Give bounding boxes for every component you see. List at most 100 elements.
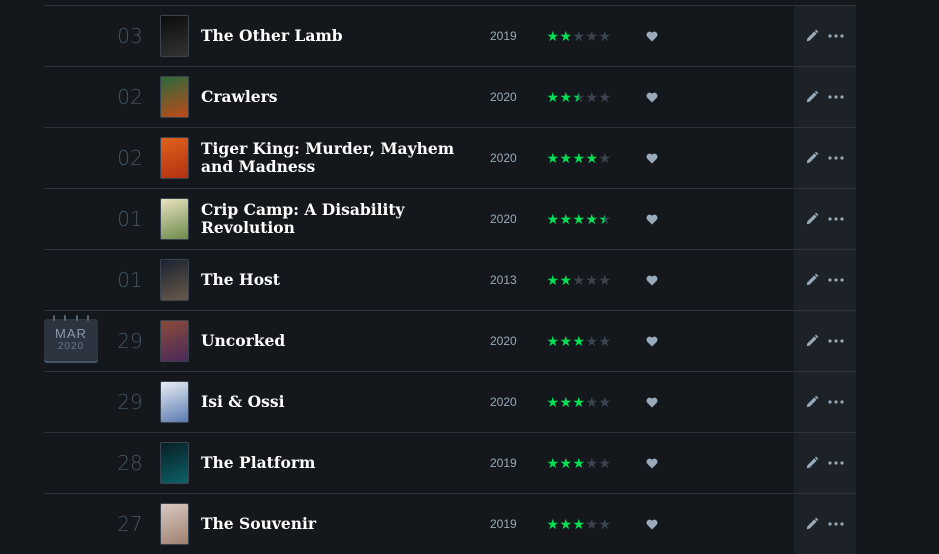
release-year[interactable]: 2019: [490, 494, 517, 554]
release-year[interactable]: 2020: [490, 311, 517, 371]
day-number[interactable]: 29: [110, 372, 150, 432]
heart-icon[interactable]: [646, 189, 658, 249]
heart-icon[interactable]: [646, 6, 658, 66]
diary-row[interactable]: 01 The Host 2013 ★ ★ ★ ★ ★: [44, 249, 856, 310]
day-number[interactable]: 02: [110, 67, 150, 127]
actions-column: [794, 433, 856, 493]
pencil-icon[interactable]: [805, 189, 819, 249]
pencil-icon[interactable]: [805, 6, 819, 66]
pencil-icon[interactable]: [805, 494, 819, 554]
release-year[interactable]: 2020: [490, 67, 517, 127]
star-icon: ★: [598, 27, 611, 44]
heart-icon[interactable]: [646, 494, 658, 554]
more-dots-icon[interactable]: [828, 494, 844, 554]
star-icon: ★: [572, 332, 585, 349]
star-rating[interactable]: ★ ★ ★ ★ ★: [546, 494, 611, 554]
film-title[interactable]: Tiger King: Murder, Mayhem and Madness: [201, 128, 491, 188]
diary-row[interactable]: 02 Crawlers 2020 ★ ★ ★ ★ ★: [44, 66, 856, 127]
more-dots-icon[interactable]: [828, 372, 844, 432]
diary-row[interactable]: 28 The Platform 2019 ★ ★ ★ ★ ★: [44, 432, 856, 493]
film-poster[interactable]: [160, 442, 189, 484]
release-year[interactable]: 2019: [490, 433, 517, 493]
more-dots-icon[interactable]: [828, 433, 844, 493]
day-number[interactable]: 02: [110, 128, 150, 188]
more-dots-icon[interactable]: [828, 67, 844, 127]
film-poster[interactable]: [160, 259, 189, 301]
star-icon: ★: [572, 393, 585, 410]
heart-icon[interactable]: [646, 128, 658, 188]
release-year[interactable]: 2020: [490, 189, 517, 249]
film-title[interactable]: Uncorked: [201, 311, 491, 371]
film-poster[interactable]: [160, 198, 189, 240]
day-number[interactable]: 27: [110, 494, 150, 554]
star-rating[interactable]: ★ ★ ★ ★ ★: [546, 128, 611, 188]
pencil-icon[interactable]: [805, 311, 819, 371]
star-rating[interactable]: ★ ★ ★ ★ ★: [546, 433, 611, 493]
day-number[interactable]: 29: [110, 311, 150, 371]
month-calendar-badge[interactable]: MAR 2020: [44, 315, 98, 363]
heart-icon[interactable]: [646, 67, 658, 127]
diary-table: 03 The Other Lamb 2019 ★ ★ ★ ★ ★ 02 Crawlers 2020 ★…: [44, 5, 856, 554]
star-icon: ★: [546, 88, 559, 105]
star-rating[interactable]: ★ ★ ★ ★ ★: [546, 189, 611, 249]
diary-row[interactable]: 02 Tiger King: Murder, Mayhem and Madness…: [44, 127, 856, 188]
film-poster[interactable]: [160, 76, 189, 118]
star-icon: ★: [572, 27, 585, 44]
diary-row[interactable]: 01 Crip Camp: A Disability Revolution 2020…: [44, 188, 856, 249]
star-icon: ★: [559, 393, 572, 410]
pencil-icon[interactable]: [805, 250, 819, 310]
more-dots-icon[interactable]: [828, 6, 844, 66]
star-rating[interactable]: ★ ★ ★ ★ ★: [546, 67, 611, 127]
diary-row[interactable]: 27 The Souvenir 2019 ★ ★ ★ ★ ★: [44, 493, 856, 554]
actions-column: [794, 250, 856, 310]
film-title[interactable]: Isi & Ossi: [201, 372, 491, 432]
heart-icon[interactable]: [646, 372, 658, 432]
film-title[interactable]: Crip Camp: A Disability Revolution: [201, 189, 491, 249]
diary-row[interactable]: 29 Isi & Ossi 2020 ★ ★ ★ ★ ★: [44, 371, 856, 432]
star-rating[interactable]: ★ ★ ★ ★ ★: [546, 372, 611, 432]
more-dots-icon[interactable]: [828, 250, 844, 310]
film-poster[interactable]: [160, 381, 189, 423]
pencil-icon[interactable]: [805, 433, 819, 493]
star-icon: ★: [572, 271, 585, 288]
star-rating[interactable]: ★ ★ ★ ★ ★: [546, 311, 611, 371]
day-number[interactable]: 28: [110, 433, 150, 493]
star-icon: ★: [572, 210, 585, 227]
film-title[interactable]: The Souvenir: [201, 494, 491, 554]
heart-icon[interactable]: [646, 433, 658, 493]
pencil-icon[interactable]: [805, 372, 819, 432]
day-number[interactable]: 03: [110, 6, 150, 66]
more-dots-icon[interactable]: [828, 311, 844, 371]
heart-icon[interactable]: [646, 250, 658, 310]
release-year[interactable]: 2020: [490, 128, 517, 188]
pencil-icon[interactable]: [805, 128, 819, 188]
film-title[interactable]: Crawlers: [201, 67, 491, 127]
release-year[interactable]: 2013: [490, 250, 517, 310]
star-icon: ★: [598, 149, 611, 166]
heart-icon[interactable]: [646, 311, 658, 371]
day-number[interactable]: 01: [110, 250, 150, 310]
star-icon: ★: [585, 332, 598, 349]
star-icon: ★: [559, 454, 572, 471]
diary-row[interactable]: MAR 2020 29 Uncorked 2020 ★ ★ ★ ★ ★: [44, 310, 856, 371]
release-year[interactable]: 2019: [490, 6, 517, 66]
more-dots-icon[interactable]: [828, 189, 844, 249]
star-icon: ★: [585, 88, 598, 105]
star-rating[interactable]: ★ ★ ★ ★ ★: [546, 6, 611, 66]
film-poster[interactable]: [160, 15, 189, 57]
release-year[interactable]: 2020: [490, 372, 517, 432]
diary-row[interactable]: 03 The Other Lamb 2019 ★ ★ ★ ★ ★: [44, 5, 856, 66]
pencil-icon[interactable]: [805, 67, 819, 127]
day-number[interactable]: 01: [110, 189, 150, 249]
more-dots-icon[interactable]: [828, 128, 844, 188]
star-icon: ★: [585, 27, 598, 44]
star-rating[interactable]: ★ ★ ★ ★ ★: [546, 250, 611, 310]
film-poster[interactable]: [160, 320, 189, 362]
star-icon: ★: [546, 27, 559, 44]
film-title[interactable]: The Host: [201, 250, 491, 310]
film-poster[interactable]: [160, 503, 189, 545]
film-title[interactable]: The Platform: [201, 433, 491, 493]
film-title[interactable]: The Other Lamb: [201, 6, 491, 66]
star-icon: ★: [598, 332, 611, 349]
film-poster[interactable]: [160, 137, 189, 179]
